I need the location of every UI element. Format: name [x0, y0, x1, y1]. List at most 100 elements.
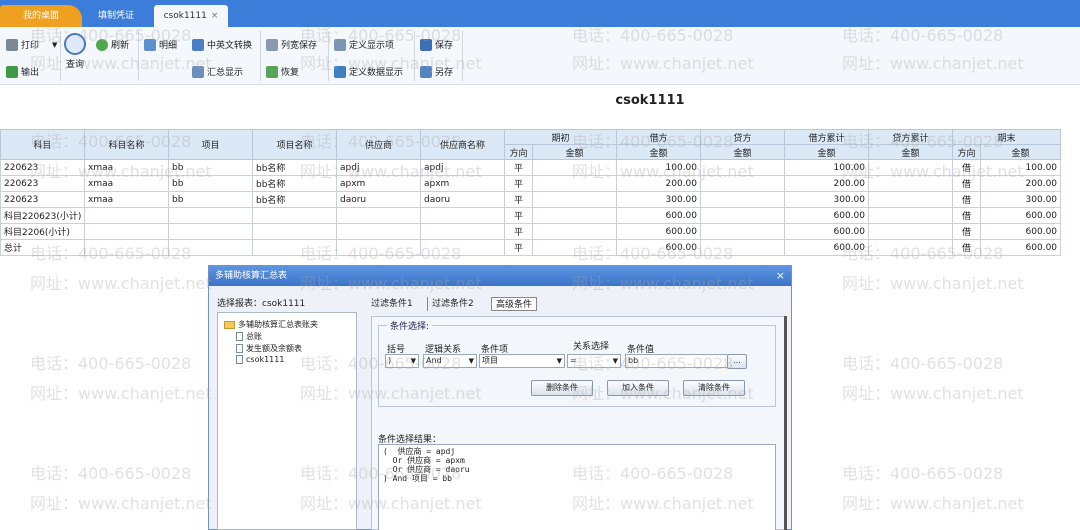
tab-fill-voucher[interactable]: 填制凭证 [80, 5, 152, 27]
cell-closing: 600.00 [980, 223, 1062, 240]
folder-icon [224, 320, 235, 329]
save-as-button[interactable]: 另存 [420, 65, 453, 78]
cell-supplier: daoru [336, 191, 421, 208]
add-condition-button[interactable]: 加入条件 [607, 380, 669, 396]
restore-label: 恢复 [281, 68, 300, 78]
delete-condition-button[interactable]: 删除条件 [531, 380, 593, 396]
cell-credit [700, 207, 786, 224]
close-icon[interactable]: × [776, 266, 785, 286]
col-amount[interactable]: 金额 [868, 144, 954, 160]
tab-advanced[interactable]: 高级条件 [491, 297, 538, 311]
document-icon [236, 355, 243, 364]
condition-item-select[interactable]: 项目 ▼ [479, 354, 565, 368]
column-width-save-button[interactable]: 列宽保存 [266, 38, 317, 51]
cell-subject: 科目220623(小计) [0, 207, 85, 224]
detail-button[interactable]: 明细 [144, 38, 177, 51]
export-button[interactable]: 输出 [6, 65, 39, 78]
refresh-label: 刷新 [111, 41, 130, 51]
table-row[interactable]: 220623 xmaa bb bb名称 apxm apxm 平 200.00 2… [0, 175, 1062, 192]
watermark-phone: 电话：400-665-0028 [842, 464, 1004, 483]
tree-item-balance[interactable]: 发生额及余额表 [236, 343, 302, 354]
cell-supplier-name [420, 207, 505, 224]
cell-debit: 300.00 [616, 191, 702, 208]
chevron-down-icon: ▼ [410, 357, 416, 365]
report-tree[interactable]: 多辅助核算汇总表账夹 总账 发生额及余额表 csok1111 [217, 312, 357, 530]
condition-value-input[interactable]: bb [625, 354, 727, 368]
table-row-subtotal[interactable]: 科目220623(小计) 平 600.00 600.00 借 600.00 [0, 207, 1062, 224]
tab-filter-1[interactable]: 过滤条件1 [367, 297, 417, 311]
save-label: 保存 [435, 41, 454, 51]
col-amount[interactable]: 金额 [700, 144, 786, 160]
cell-debit-cum: 600.00 [784, 207, 870, 224]
col-group-credit: 贷方 [700, 129, 786, 145]
close-icon[interactable]: × [211, 11, 219, 21]
col-direction[interactable]: 方向 [952, 144, 982, 160]
document-icon [236, 332, 243, 341]
col-group-opening: 期初 [503, 129, 618, 145]
col-item-name[interactable]: 项目名称 [252, 129, 337, 160]
query-button[interactable]: 查询 [64, 33, 86, 70]
printer-icon [6, 38, 18, 51]
tree-item-label: 发生额及余额表 [246, 344, 302, 353]
cell-credit-cum [868, 191, 954, 208]
logic-select[interactable]: And ▼ [423, 354, 477, 368]
cn-en-switch-button[interactable]: 中英文转换 [192, 38, 252, 51]
tab-csok1111-label: csok1111 [163, 11, 207, 21]
tab-filter-2[interactable]: 过滤条件2 [427, 297, 478, 311]
restore-icon [266, 65, 278, 78]
define-display-items-button[interactable]: 定义显示项 [334, 38, 394, 51]
col-direction[interactable]: 方向 [504, 144, 533, 160]
table-row[interactable]: 220623 xmaa bb bb名称 apdj apdj 平 100.00 1… [0, 159, 1062, 176]
col-amount[interactable]: 金额 [531, 144, 618, 160]
col-amount[interactable]: 金额 [980, 144, 1062, 160]
cell-credit-cum [868, 239, 954, 256]
table-row-subtotal[interactable]: 科目2206(小计) 平 600.00 600.00 借 600.00 [0, 223, 1062, 240]
dialog-title-bar[interactable]: 多辅助核算汇总表 × [209, 266, 791, 286]
tree-item-csok1111[interactable]: csok1111 [236, 355, 284, 364]
cell-direction: 平 [504, 159, 533, 176]
cell-supplier-name [420, 223, 505, 240]
col-supplier[interactable]: 供应商 [336, 129, 421, 160]
col-subject[interactable]: 科目 [0, 129, 85, 160]
bracket-select[interactable]: ) ▼ [385, 354, 419, 368]
detail-label: 明细 [159, 41, 178, 51]
cell-closing: 200.00 [980, 175, 1062, 192]
restore-button[interactable]: 恢复 [266, 65, 299, 78]
cell-subject-name [84, 223, 169, 240]
toolbar-divider [414, 31, 415, 81]
cell-direction: 借 [952, 223, 982, 240]
clear-condition-button[interactable]: 清除条件 [683, 380, 745, 396]
print-button[interactable]: 打印 ▼ [6, 38, 57, 51]
cell-opening [531, 191, 618, 208]
tree-item-ledger[interactable]: 总账 [236, 331, 262, 342]
scrollbar[interactable] [784, 316, 787, 530]
floppy-icon [420, 38, 432, 51]
relation-select[interactable]: = ▼ [567, 354, 621, 368]
tab-my-desktop[interactable]: 我的桌面 [0, 5, 82, 27]
toolbar-divider [60, 31, 61, 81]
cell-direction: 借 [952, 207, 982, 224]
tree-folder[interactable]: 多辅助核算汇总表账夹 [224, 319, 318, 330]
chevron-down-icon[interactable]: ▼ [52, 41, 57, 49]
col-supplier-name[interactable]: 供应商名称 [420, 129, 505, 160]
cell-subject: 220623 [0, 175, 85, 192]
col-amount[interactable]: 金额 [784, 144, 870, 160]
summary-show-button[interactable]: 汇总显示 [192, 65, 243, 78]
col-amount[interactable]: 金额 [616, 144, 702, 160]
col-subject-name[interactable]: 科目名称 [84, 129, 169, 160]
cn-en-label: 中英文转换 [207, 41, 253, 51]
tab-csok1111[interactable]: csok1111 × [154, 5, 228, 27]
cell-subject-name: xmaa [84, 191, 169, 208]
watermark-site: 网址：www.chanjet.net [30, 384, 212, 403]
cell-closing: 600.00 [980, 207, 1062, 224]
cell-supplier: apdj [336, 159, 421, 176]
table-row-total[interactable]: 总计 平 600.00 600.00 借 600.00 [0, 239, 1062, 256]
condition-result-text[interactable]: ( 供应商 = apdj Or 供应商 = apxm Or 供应商 = daor… [378, 444, 776, 530]
table-row[interactable]: 220623 xmaa bb bb名称 daoru daoru 平 300.00… [0, 191, 1062, 208]
cell-subject-name: xmaa [84, 175, 169, 192]
refresh-button[interactable]: 刷新 [96, 38, 129, 51]
save-button[interactable]: 保存 [420, 38, 453, 51]
define-data-display-button[interactable]: 定义数据显示 [334, 65, 403, 78]
col-item[interactable]: 项目 [168, 129, 253, 160]
browse-button[interactable]: ... [727, 354, 747, 369]
